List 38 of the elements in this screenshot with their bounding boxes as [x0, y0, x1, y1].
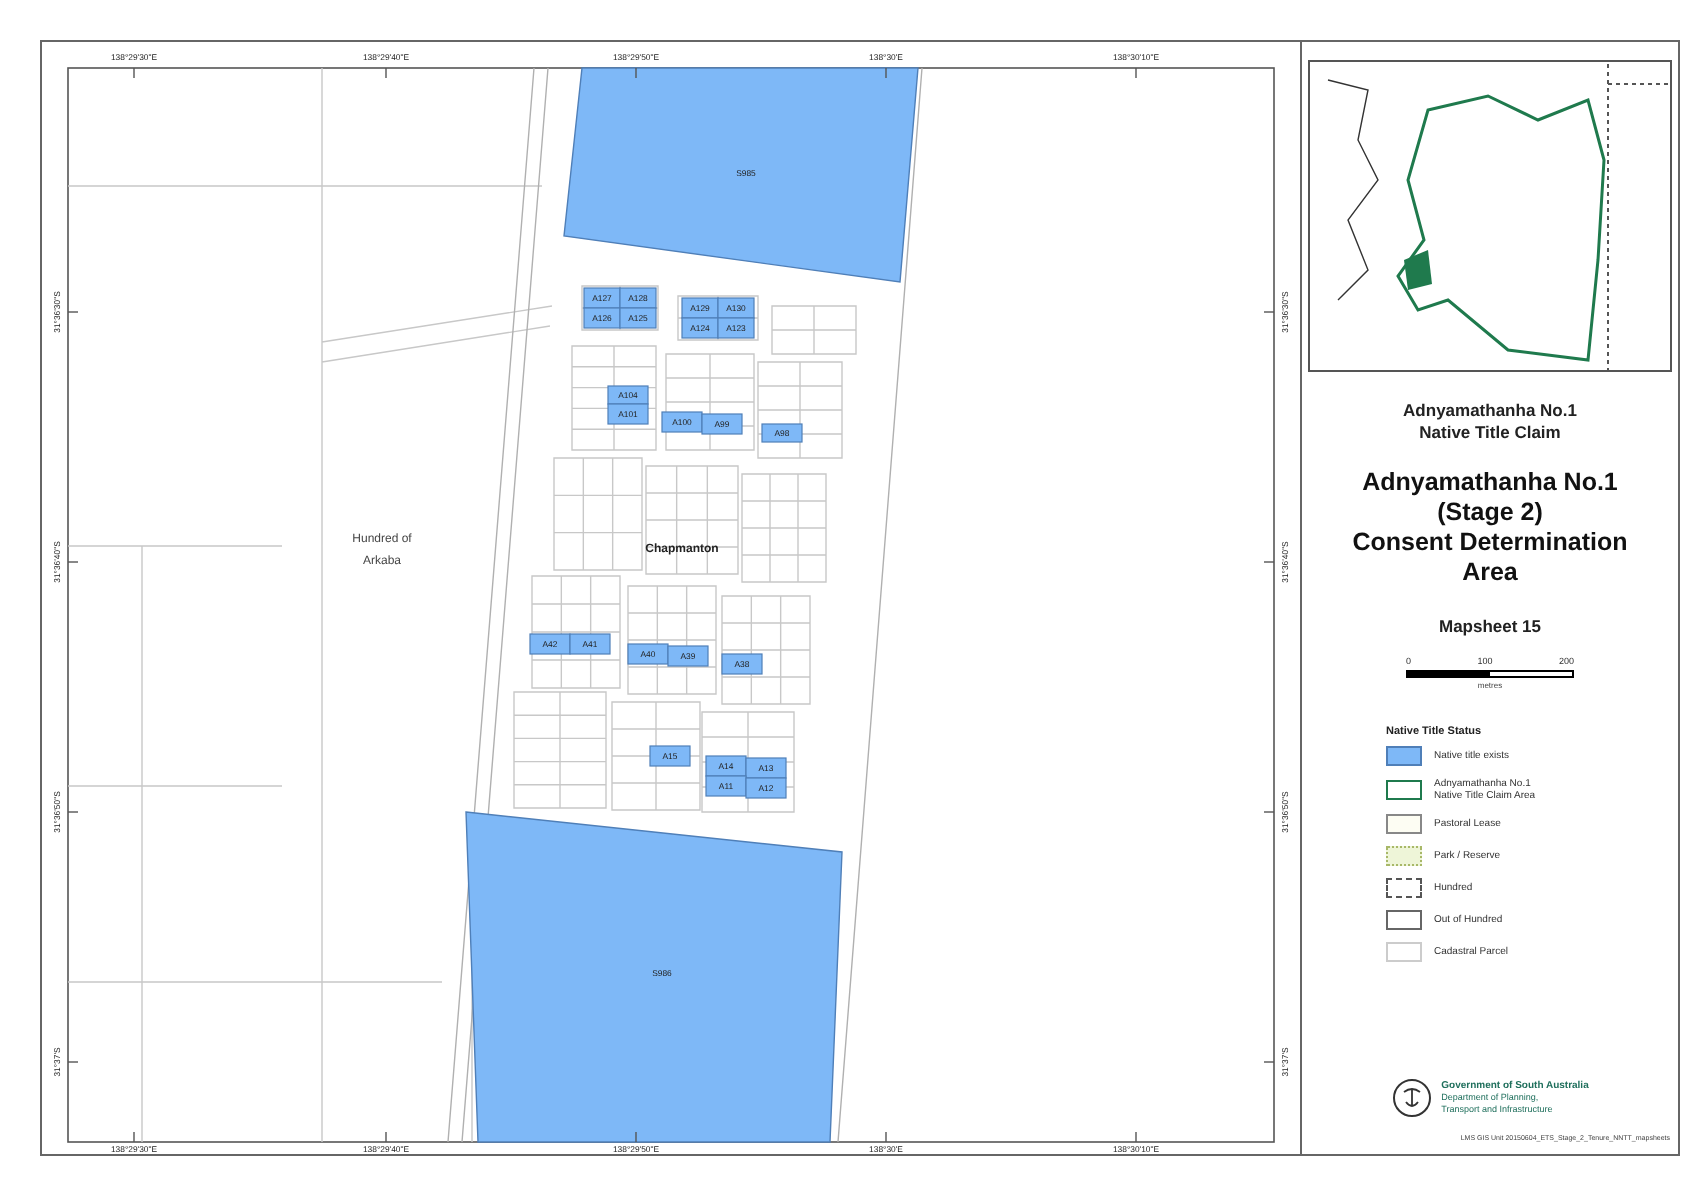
legend-swatch: [1386, 814, 1422, 834]
map-title: Area: [1460, 558, 1520, 588]
claim-title: Native Title Claim: [1417, 422, 1563, 444]
native-title-parcel: [745, 777, 787, 799]
map-title: Consent Determination: [1352, 528, 1628, 558]
native-title-parcel: [761, 423, 803, 443]
native-title-parcel: [627, 643, 669, 665]
native-title-parcel: [661, 411, 703, 433]
legend-swatch: [1386, 780, 1422, 800]
legend-swatch: [1386, 846, 1422, 866]
map-title: Adnyamathanha No.1: [1360, 468, 1620, 498]
native-title-parcel: [717, 297, 755, 319]
mapsheet-label: Mapsheet 15: [1438, 616, 1542, 636]
native-title-parcel: [649, 745, 691, 767]
native-title-parcel: [583, 307, 621, 329]
native-title-parcel: [717, 317, 755, 339]
native-title-parcel: [607, 385, 649, 405]
native-title-parcel: [705, 755, 747, 777]
native-title-parcel: [681, 297, 719, 319]
native-title-parcel: [583, 287, 621, 309]
native-title-parcel: [681, 317, 719, 339]
legend-swatch: [1386, 910, 1422, 930]
native-title-parcel: [721, 653, 763, 675]
legend-swatch: [1386, 878, 1422, 898]
native-title-parcel: [607, 403, 649, 425]
map-title: (Stage 2): [1435, 498, 1545, 528]
native-title-parcel: [619, 307, 657, 329]
native-title-parcel: [529, 633, 571, 655]
native-title-parcel: [705, 775, 747, 797]
native-title-parcel: [667, 645, 709, 667]
native-title-parcel: [619, 287, 657, 309]
native-title-parcel: [569, 633, 611, 655]
native-title-parcel: [701, 413, 743, 435]
government-logo-icon: [1391, 1078, 1432, 1118]
legend-swatch: [1386, 746, 1422, 766]
native-title-parcel: [745, 757, 787, 779]
claim-title: Adnyamathanha No.1: [1403, 400, 1577, 422]
legend-swatch: [1386, 942, 1422, 962]
